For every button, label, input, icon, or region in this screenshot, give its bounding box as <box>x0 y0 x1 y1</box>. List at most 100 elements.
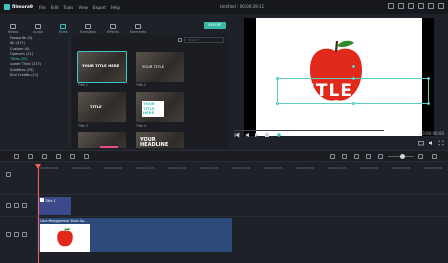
marker-icon[interactable] <box>342 154 347 159</box>
zoom-slider-knob[interactable] <box>400 154 405 159</box>
thumb-text: YOUR TITLE <box>142 64 164 69</box>
category-openers[interactable]: Openers (21) <box>10 52 69 56</box>
title-selection-box[interactable] <box>276 65 430 105</box>
titles-icon <box>60 24 66 29</box>
category-titles[interactable]: Titles (53) <box>10 57 69 61</box>
thumb-label: Title 2 <box>136 83 146 87</box>
preview-canvas[interactable]: HERE TITLE H <box>244 18 434 136</box>
ruler-label: 00:00:43:15 <box>328 166 347 170</box>
thumb-label: Title 3 <box>78 124 88 128</box>
menu-tools[interactable]: Tools <box>64 5 74 10</box>
tab-audio[interactable]: Audio <box>26 24 50 34</box>
skip-back-icon[interactable] <box>234 132 240 138</box>
ruler-label: 00:00:53:05 <box>392 166 411 170</box>
play-back-icon[interactable] <box>244 132 250 138</box>
eye-icon[interactable] <box>22 232 27 237</box>
resize-handle[interactable] <box>427 102 430 105</box>
menu-edit[interactable]: Edit <box>51 5 59 10</box>
audio-icon <box>35 24 41 29</box>
minimize-icon[interactable] <box>418 3 424 9</box>
menu-help[interactable]: Help <box>111 5 120 10</box>
menu-bar: File Edit Tools View Export Help <box>39 5 125 10</box>
thumb-label: Title 1 <box>78 83 88 87</box>
title-thumb-4[interactable]: YOUR TITLE HERE <box>136 92 184 122</box>
title-thumb-3[interactable]: TITLE <box>78 92 126 122</box>
export-button[interactable]: EXPORT <box>204 22 226 29</box>
stop-icon[interactable] <box>264 132 270 138</box>
undo-icon[interactable] <box>14 154 19 159</box>
add-track-icon[interactable] <box>6 172 11 177</box>
transition-icon <box>85 24 91 29</box>
thumb-text: YOUR HEADLINE <box>140 137 169 148</box>
category-favourite[interactable]: Favourite (0) <box>10 36 69 40</box>
menu-export[interactable]: Export <box>93 5 106 10</box>
crop-icon[interactable] <box>70 154 75 159</box>
category-all[interactable]: All (417) <box>10 41 69 45</box>
resize-handle[interactable] <box>352 77 355 80</box>
speed-icon[interactable] <box>84 154 89 159</box>
tab-transition[interactable]: Transition <box>76 24 100 34</box>
category-custom[interactable]: Custom (0) <box>10 47 69 51</box>
thumb-text: YOUR TITLE HERE <box>142 101 164 117</box>
voiceover-icon[interactable] <box>354 154 359 159</box>
library-search-input[interactable]: Search <box>184 37 224 43</box>
filmora-window: filmora9 File Edit Tools View Export Hel… <box>0 0 448 263</box>
save-icon[interactable] <box>408 3 414 9</box>
title-bar: filmora9 File Edit Tools View Export Hel… <box>0 0 448 14</box>
resize-handle[interactable] <box>427 77 430 80</box>
playhead[interactable] <box>38 164 39 263</box>
ruler-label: 00:00:00:00 <box>40 166 59 170</box>
delete-icon[interactable] <box>42 154 47 159</box>
cut-icon[interactable] <box>56 154 61 159</box>
resize-handle[interactable] <box>352 102 355 105</box>
category-lower-third[interactable]: Lower Third (137) <box>10 62 69 66</box>
title-thumb-5[interactable] <box>78 132 126 148</box>
close-icon[interactable] <box>438 3 444 9</box>
preview-progress-bar[interactable] <box>234 130 384 131</box>
category-subtitles[interactable]: Subtitles (33) <box>10 68 69 72</box>
eye-icon[interactable] <box>22 203 27 208</box>
resize-handle[interactable] <box>276 102 279 105</box>
apple-thumbnail-image <box>57 228 73 247</box>
category-end-credits[interactable]: End Credits (11) <box>10 73 69 77</box>
grid-view-icon[interactable] <box>178 38 182 42</box>
zoom-in-icon[interactable] <box>418 154 423 159</box>
track-number-icon <box>6 232 11 237</box>
tab-media[interactable]: Media <box>1 24 25 34</box>
tab-effects[interactable]: Effects <box>101 24 125 34</box>
rotate-handle[interactable] <box>352 65 355 68</box>
title-clip[interactable]: Title 1 <box>38 197 71 215</box>
title-thumb-2[interactable]: YOUR TITLE <box>136 52 184 82</box>
snapshot-icon[interactable] <box>418 140 424 146</box>
resize-handle[interactable] <box>276 77 279 80</box>
video-clip[interactable]: Cara Menggambar Buah Ap... <box>38 218 232 252</box>
playhead-knob-icon[interactable] <box>276 132 282 138</box>
fullscreen-icon[interactable] <box>438 140 444 146</box>
redo-icon[interactable] <box>28 154 33 159</box>
render-icon[interactable] <box>330 154 335 159</box>
timeline-ruler[interactable]: 00:00:00:00 00:00:04:25 00:00:09:20 00:0… <box>38 164 448 176</box>
lock-icon[interactable] <box>14 232 19 237</box>
menu-file[interactable]: File <box>39 5 46 10</box>
video-clip-label: Cara Menggambar Buah Ap... <box>40 219 88 223</box>
title-clip-icon <box>40 198 44 202</box>
settings-icon[interactable] <box>432 154 437 159</box>
volume-icon[interactable] <box>428 140 434 146</box>
download-icon[interactable] <box>398 3 404 9</box>
zoom-out-icon[interactable] <box>378 154 383 159</box>
media-tabs: Media Audio Titles Transition Effects El… <box>0 14 230 34</box>
lock-icon[interactable] <box>14 203 19 208</box>
mixer-icon[interactable] <box>366 154 371 159</box>
play-icon[interactable] <box>254 132 260 138</box>
title-thumb-1[interactable]: YOUR TITLE HERE <box>77 51 127 83</box>
maximize-icon[interactable] <box>428 3 434 9</box>
tab-elements[interactable]: Elements <box>126 24 150 34</box>
elements-icon <box>135 24 141 29</box>
ruler-label: 00:00:29:00 <box>232 166 251 170</box>
ruler-label: 00:00:38:20 <box>296 166 315 170</box>
preview-timecode: 00:00:00:00 <box>419 131 444 136</box>
menu-view[interactable]: View <box>78 5 88 10</box>
account-icon[interactable] <box>388 3 394 9</box>
tab-titles[interactable]: Titles <box>51 24 75 34</box>
title-thumb-6[interactable]: YOUR HEADLINE <box>136 132 184 148</box>
